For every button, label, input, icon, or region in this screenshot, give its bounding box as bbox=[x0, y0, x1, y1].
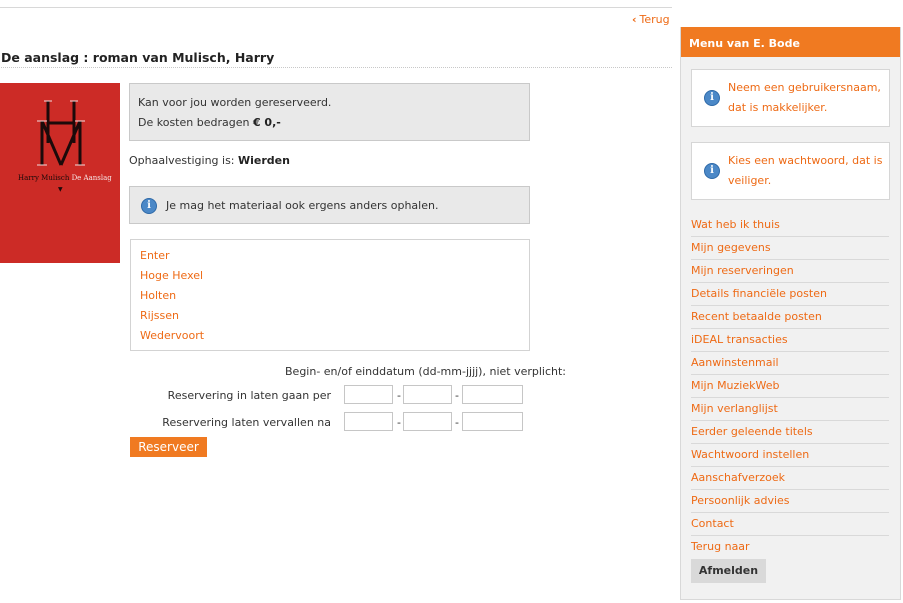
start-year-input[interactable] bbox=[462, 385, 523, 404]
sidebar-item-link[interactable]: Recent betaalde posten bbox=[691, 310, 822, 323]
date-separator: - bbox=[397, 416, 401, 429]
pickup-branch: Wierden bbox=[238, 154, 290, 167]
sidebar-item: iDEAL transacties bbox=[691, 329, 889, 352]
sidebar-item: Mijn reserveringen bbox=[691, 260, 889, 283]
sidebar-item-link[interactable]: Aanwinstenmail bbox=[691, 356, 779, 369]
sidebar-item-link[interactable]: Mijn MuziekWeb bbox=[691, 379, 779, 392]
sidebar-item: Aanschafverzoek bbox=[691, 467, 889, 490]
cost-value: € 0,- bbox=[252, 116, 281, 129]
notice-text[interactable]: Kies een wachtwoord, dat is veiliger. bbox=[728, 151, 886, 191]
sidebar-item-link[interactable]: Persoonlijk advies bbox=[691, 494, 790, 507]
location-link[interactable]: Holten bbox=[140, 289, 176, 302]
end-date-label: Reservering laten vervallen na bbox=[162, 416, 331, 429]
page-title: De aanslag : roman van Mulisch, Harry bbox=[1, 50, 672, 68]
sidebar-item: Wachtwoord instellen bbox=[691, 444, 889, 467]
end-month-input[interactable] bbox=[403, 412, 452, 431]
sidebar-menu: Wat heb ik thuis Mijn gegevens Mijn rese… bbox=[691, 214, 889, 558]
location-link[interactable]: Enter bbox=[140, 249, 170, 262]
sidebar-item: Aanwinstenmail bbox=[691, 352, 889, 375]
sidebar-item-link[interactable]: Eerder geleende titels bbox=[691, 425, 813, 438]
availability-text: Kan voor jou worden gereserveerd. bbox=[138, 96, 332, 109]
location-list: Enter Hoge Hexel Holten Rijssen Wedervoo… bbox=[130, 239, 530, 351]
sidebar-item: Terug naar bbox=[691, 536, 889, 558]
location-link[interactable]: Rijssen bbox=[140, 309, 179, 322]
date-separator: - bbox=[455, 416, 459, 429]
cover-caption: Harry Mulisch De Aanslag bbox=[18, 174, 112, 182]
sidebar-title: Menu van E. Bode bbox=[681, 27, 900, 57]
sidebar-item-link[interactable]: Aanschafverzoek bbox=[691, 471, 785, 484]
info-box: i Je mag het materiaal ook ergens anders… bbox=[129, 186, 530, 224]
start-day-input[interactable] bbox=[344, 385, 393, 404]
user-sidebar: Menu van E. Bode i Neem een gebruikersna… bbox=[680, 27, 901, 600]
sidebar-item: Recent betaalde posten bbox=[691, 306, 889, 329]
sidebar-item-link[interactable]: Contact bbox=[691, 517, 734, 530]
sidebar-item: Mijn verlanglijst bbox=[691, 398, 889, 421]
cost-line: De kosten bedragen € 0,- bbox=[138, 116, 281, 129]
sidebar-item-link[interactable]: Mijn gegevens bbox=[691, 241, 771, 254]
cover-ornament: ▼ bbox=[58, 186, 63, 193]
availability-box: Kan voor jou worden gereserveerd. De kos… bbox=[129, 83, 530, 141]
sidebar-item: Persoonlijk advies bbox=[691, 490, 889, 513]
location-link[interactable]: Hoge Hexel bbox=[140, 269, 203, 282]
end-year-input[interactable] bbox=[462, 412, 523, 431]
location-link[interactable]: Wedervoort bbox=[140, 329, 204, 342]
sidebar-item-link[interactable]: Terug naar bbox=[691, 540, 750, 553]
sidebar-item-link[interactable]: Mijn verlanglijst bbox=[691, 402, 778, 415]
top-divider bbox=[0, 7, 672, 8]
sidebar-item-link[interactable]: iDEAL transacties bbox=[691, 333, 788, 346]
sidebar-item: Mijn MuziekWeb bbox=[691, 375, 889, 398]
sidebar-item: Details financiële posten bbox=[691, 283, 889, 306]
logout-button[interactable]: Afmelden bbox=[691, 559, 766, 583]
sidebar-item: Eerder geleende titels bbox=[691, 421, 889, 444]
end-day-input[interactable] bbox=[344, 412, 393, 431]
sidebar-item: Wat heb ik thuis bbox=[691, 214, 889, 237]
info-icon: i bbox=[141, 198, 157, 214]
sidebar-item-link[interactable]: Wat heb ik thuis bbox=[691, 218, 780, 231]
sidebar-item-link[interactable]: Details financiële posten bbox=[691, 287, 827, 300]
info-icon: i bbox=[704, 90, 720, 106]
info-text: Je mag het materiaal ook ergens anders o… bbox=[166, 199, 439, 212]
sidebar-item-link[interactable]: Wachtwoord instellen bbox=[691, 448, 809, 461]
cover-monogram bbox=[37, 100, 85, 166]
back-link[interactable]: ‹ Terug bbox=[632, 13, 670, 26]
reserve-button[interactable]: Reserveer bbox=[130, 437, 207, 457]
notice-text[interactable]: Neem een gebruikersnaam, dat is makkelij… bbox=[728, 78, 886, 118]
book-cover: Harry Mulisch De Aanslag ▼ bbox=[0, 83, 120, 263]
chevron-left-icon: ‹ bbox=[632, 13, 637, 26]
sidebar-item: Mijn gegevens bbox=[691, 237, 889, 260]
pickup-line: Ophaalvestiging is: Wierden bbox=[129, 154, 290, 167]
sidebar-item-link[interactable]: Mijn reserveringen bbox=[691, 264, 794, 277]
date-separator: - bbox=[397, 389, 401, 402]
sidebar-item: Contact bbox=[691, 513, 889, 536]
date-separator: - bbox=[455, 389, 459, 402]
info-icon: i bbox=[704, 163, 720, 179]
date-note: Begin- en/of einddatum (dd-mm-jjjj), nie… bbox=[285, 365, 567, 378]
start-month-input[interactable] bbox=[403, 385, 452, 404]
username-notice: i Neem een gebruikersnaam, dat is makkel… bbox=[691, 69, 890, 127]
password-notice: i Kies een wachtwoord, dat is veiliger. bbox=[691, 142, 890, 200]
start-date-label: Reservering in laten gaan per bbox=[167, 389, 331, 402]
